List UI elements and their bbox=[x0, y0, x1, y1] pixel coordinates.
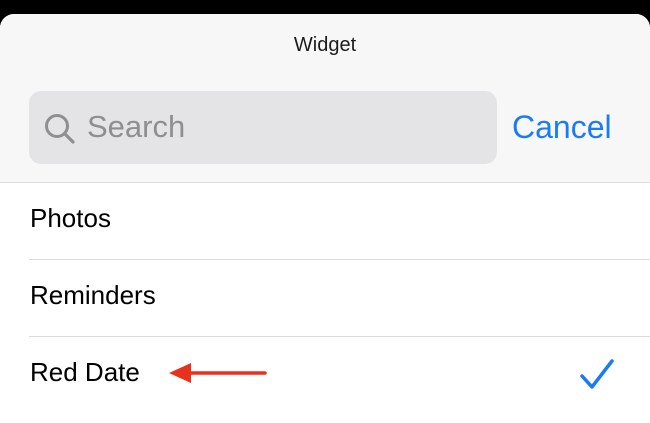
list-item-reminders[interactable]: Reminders bbox=[29, 260, 650, 337]
list-item-photos[interactable]: Photos bbox=[29, 183, 650, 260]
sheet-title: Widget bbox=[293, 34, 357, 56]
widget-picker-sheet: Widget Cancel Photos Reminders Red Date bbox=[0, 14, 650, 423]
sheet-header: Widget Cancel bbox=[0, 14, 650, 183]
list-item-label: Photos bbox=[30, 203, 111, 233]
checkmark-icon bbox=[580, 359, 614, 389]
left-arrow-icon bbox=[169, 363, 267, 383]
search-field[interactable] bbox=[29, 91, 497, 164]
cancel-button[interactable]: Cancel bbox=[512, 107, 612, 147]
list-item-red-date[interactable]: Red Date bbox=[29, 337, 650, 413]
widget-list: Photos Reminders Red Date bbox=[0, 183, 650, 413]
list-item-label: Reminders bbox=[30, 280, 156, 310]
search-icon bbox=[45, 114, 75, 144]
list-item-label: Red Date bbox=[30, 357, 140, 387]
search-input[interactable] bbox=[87, 105, 487, 149]
